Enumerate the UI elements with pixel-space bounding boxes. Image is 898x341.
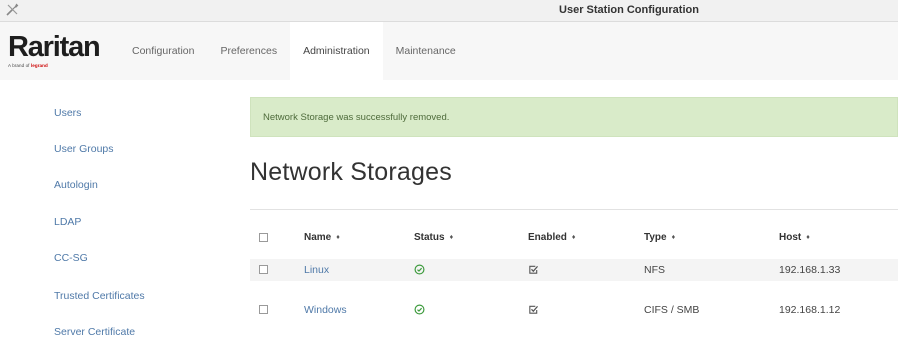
storage-type: NFS (644, 264, 665, 276)
sidebar-item-ldap[interactable]: LDAP (54, 216, 81, 228)
logo-brand: Raritan (8, 31, 101, 63)
column-header-host[interactable]: Host ♦ (779, 227, 810, 249)
storage-name-link[interactable]: Windows (304, 299, 347, 321)
sidebar-item-autologin[interactable]: Autologin (54, 179, 98, 191)
checked-box-icon (529, 305, 539, 314)
check-circle-icon (414, 304, 425, 315)
main-nav: Configuration Preferences Administration… (119, 22, 469, 80)
sidebar-item-cc-sg[interactable]: CC-SG (54, 252, 88, 264)
logo-tagline-prefix: A brand of (8, 63, 30, 68)
sidebar-item-user-groups[interactable]: User Groups (54, 143, 114, 155)
window-title: User Station Configuration (559, 4, 699, 16)
page-title: Network Storages (250, 158, 452, 186)
storage-name-link[interactable]: Linux (304, 259, 329, 281)
sort-icon: ♦ (571, 234, 576, 241)
table-header-row: Name ♦ Status ♦ Enabled ♦ Type ♦ Host ♦ (250, 227, 898, 249)
sidebar-item-users[interactable]: Users (54, 107, 81, 119)
storage-host: 192.168.1.33 (779, 264, 841, 276)
tab-configuration[interactable]: Configuration (119, 22, 207, 80)
logo-tagline: A brand of legrand (8, 63, 118, 68)
table-row: Linux NFS 192.168.1.33 (250, 259, 898, 281)
select-all-checkbox[interactable] (259, 233, 268, 242)
sort-icon: ♦ (449, 234, 454, 241)
sort-icon: ♦ (671, 234, 676, 241)
sidebar-item-trusted-certificates[interactable]: Trusted Certificates (54, 290, 145, 302)
storage-type: CIFS / SMB (644, 304, 700, 316)
storage-host: 192.168.1.12 (779, 304, 841, 316)
header: Raritan A brand of legrand Configuration… (0, 22, 898, 80)
divider (250, 209, 898, 210)
success-alert: Network Storage was successfully removed… (250, 97, 898, 137)
tab-preferences[interactable]: Preferences (207, 22, 290, 80)
raritan-logo: Raritan A brand of legrand (8, 32, 118, 76)
sort-icon: ♦ (336, 234, 340, 241)
sort-icon: ♦ (806, 234, 810, 241)
tab-administration[interactable]: Administration (290, 22, 383, 80)
main-content: Network Storage was successfully removed… (250, 80, 898, 341)
column-header-enabled[interactable]: Enabled ♦ (528, 227, 575, 249)
logo-tagline-brand: legrand (30, 63, 48, 68)
check-circle-icon (414, 264, 425, 275)
column-header-status[interactable]: Status ♦ (414, 227, 453, 249)
table-row: Windows CIFS / SMB 192.168.1.12 (250, 299, 898, 321)
column-header-name[interactable]: Name ♦ (304, 227, 340, 249)
tab-maintenance[interactable]: Maintenance (383, 22, 469, 80)
sidebar-item-server-certificate[interactable]: Server Certificate (54, 326, 135, 338)
column-header-type[interactable]: Type ♦ (644, 227, 675, 249)
sidebar: Users User Groups Autologin LDAP CC-SG T… (0, 80, 232, 341)
row-checkbox[interactable] (259, 305, 268, 314)
checked-box-icon (529, 265, 539, 274)
title-bar: User Station Configuration (0, 0, 898, 22)
row-checkbox[interactable] (259, 265, 268, 274)
